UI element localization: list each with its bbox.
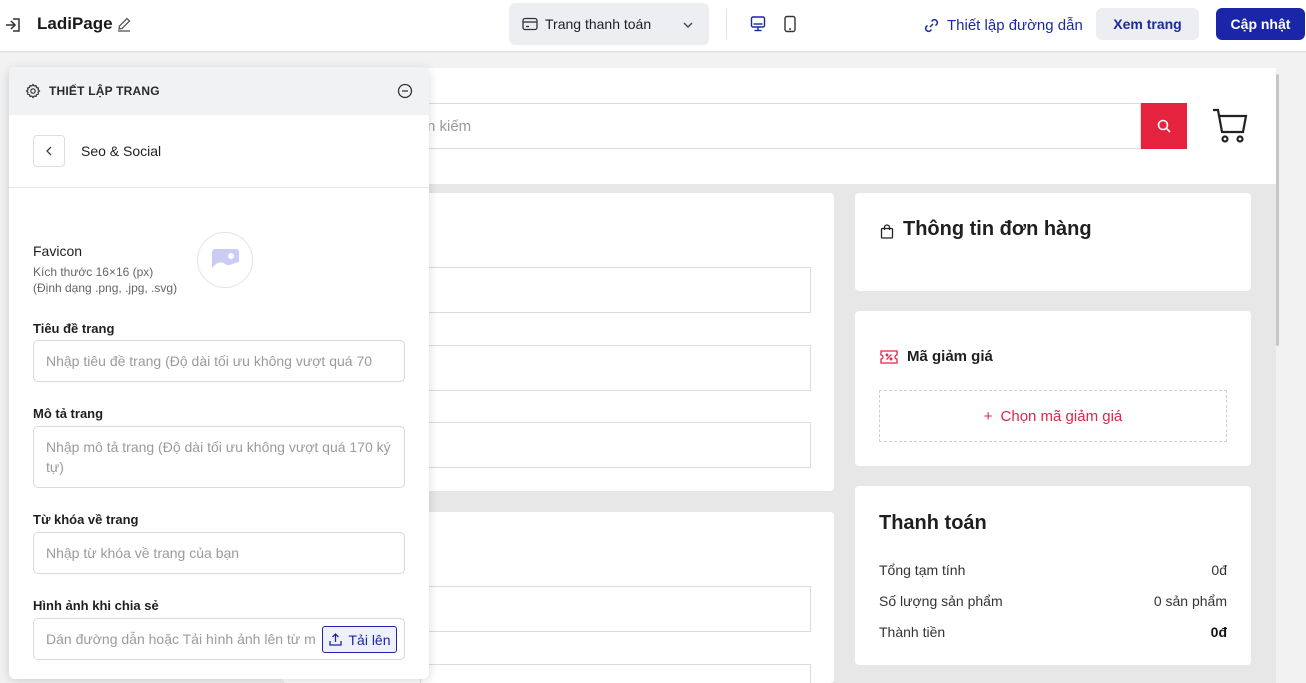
payment-row-quantity: Số lượng sản phẩm 0 sản phẩm (879, 593, 1227, 609)
link-setup-label: Thiết lập đường dẫn (947, 16, 1083, 34)
coupon-card: Mã giảm giá + Chọn mã giảm giá (855, 311, 1251, 466)
coupon-icon (880, 350, 898, 364)
card-icon (522, 17, 538, 31)
payment-card: Thanh toán Tổng tạm tính 0đ Số lượng sản… (855, 486, 1251, 665)
order-info-title: Thông tin đơn hàng (903, 218, 1092, 240)
mobile-icon[interactable] (782, 15, 798, 33)
panel-title: THIẾT LẬP TRANG (49, 84, 160, 98)
search-placeholder: n kiếm (427, 118, 472, 135)
choose-coupon-button[interactable]: + Chọn mã giảm giá (879, 390, 1227, 442)
form-field[interactable] (420, 422, 811, 468)
form-field[interactable] (420, 664, 811, 683)
keywords-label: Từ khóa về trang (33, 512, 139, 527)
payment-title: Thanh toán (879, 512, 987, 534)
payment-row-total: Thành tiền 0đ (879, 624, 1227, 640)
collapse-icon[interactable] (397, 83, 413, 99)
link-icon (924, 18, 939, 32)
search-button[interactable] (1141, 103, 1187, 149)
page-description-label: Mô tả trang (33, 406, 104, 421)
payment-row-subtotal: Tổng tạm tính 0đ (879, 562, 1227, 578)
toolbar-divider (726, 9, 727, 39)
form-field[interactable] (420, 345, 811, 391)
upload-icon (329, 633, 343, 646)
upload-label: Tải lên (348, 631, 391, 648)
favicon-size-hint: Kích thước 16×16 (px) (33, 265, 154, 279)
page-selector-dropdown[interactable]: Trang thanh toán (509, 3, 709, 45)
quantity-label: Số lượng sản phẩm (879, 593, 1003, 609)
gear-icon (25, 83, 41, 99)
pencil-icon[interactable] (116, 16, 132, 32)
plus-icon: + (983, 407, 993, 425)
cart-icon[interactable] (1211, 106, 1249, 144)
section-header: Seo & Social (9, 115, 429, 188)
quantity-value: 0 sản phẩm (1153, 593, 1227, 609)
top-toolbar: LadiPage Trang thanh toán Thiết lập đườn… (0, 0, 1306, 52)
page-selector-label: Trang thanh toán (545, 16, 652, 32)
total-value: 0đ (1210, 624, 1227, 640)
chevron-left-icon (46, 146, 52, 156)
app-title: LadiPage (37, 14, 113, 33)
share-image-label: Hình ảnh khi chia sẻ (33, 598, 159, 613)
desktop-icon[interactable] (749, 15, 767, 33)
section-back-button[interactable] (33, 135, 65, 167)
page-title-label: Tiêu đề trang (33, 321, 115, 336)
search-input[interactable]: n kiếm (380, 103, 1141, 149)
form-field[interactable] (420, 267, 811, 313)
panel-header: THIẾT LẬP TRANG (9, 67, 429, 115)
search-icon (1157, 119, 1171, 133)
link-setup-button[interactable]: Thiết lập đường dẫn (923, 15, 1083, 35)
favicon-format-hint: (Định dạng .png, .jpg, .svg) (33, 281, 178, 295)
upload-button[interactable]: Tải lên (322, 626, 397, 653)
update-button[interactable]: Cập nhật (1216, 8, 1305, 40)
canvas-scrollbar[interactable] (1276, 74, 1279, 346)
favicon-label: Favicon (33, 243, 83, 259)
exit-icon[interactable] (4, 15, 24, 35)
page-title-input[interactable]: Nhập tiêu đề trang (Độ dài tối ưu không … (33, 340, 405, 382)
coupon-title: Mã giảm giá (907, 348, 993, 365)
order-info-card: Thông tin đơn hàng (855, 193, 1251, 291)
form-field[interactable] (420, 586, 811, 632)
section-title: Seo & Social (81, 143, 162, 159)
page-settings-panel: THIẾT LẬP TRANG Seo & Social Favicon Kíc… (9, 67, 429, 679)
keywords-input[interactable]: Nhập từ khóa về trang của bạn (33, 532, 405, 574)
bag-icon (880, 224, 894, 239)
favicon-upload[interactable] (197, 232, 253, 288)
chevron-down-icon (683, 22, 693, 28)
view-page-button[interactable]: Xem trang (1096, 8, 1199, 40)
choose-coupon-label: Chọn mã giảm giá (1000, 407, 1123, 425)
subtotal-label: Tổng tạm tính (879, 562, 966, 578)
page-description-textarea[interactable]: Nhập mô tả trang (Độ dài tối ưu không vư… (33, 426, 405, 488)
total-label: Thành tiền (879, 624, 946, 640)
image-placeholder-icon (212, 249, 239, 272)
subtotal-value: 0đ (1211, 562, 1227, 578)
